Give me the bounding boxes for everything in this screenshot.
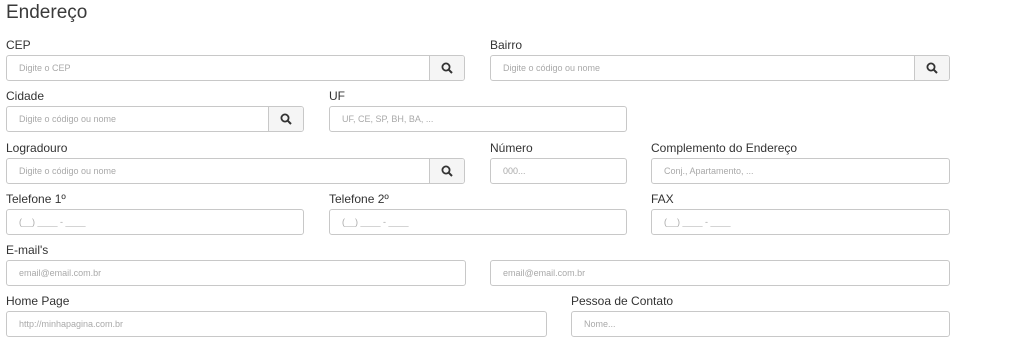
logradouro-label: Logradouro <box>6 141 68 155</box>
logradouro-field <box>6 158 465 184</box>
homepage-input[interactable] <box>7 312 546 336</box>
contato-field <box>571 311 950 337</box>
telefone2-input[interactable] <box>330 210 626 234</box>
cep-label: CEP <box>6 38 31 52</box>
telefone1-field <box>6 209 304 235</box>
section-title: Endereço <box>6 2 88 23</box>
cidade-label: Cidade <box>6 89 45 103</box>
cidade-input[interactable] <box>7 107 268 131</box>
bairro-label: Bairro <box>490 38 523 52</box>
cidade-search-button[interactable] <box>268 107 303 131</box>
complemento-input[interactable] <box>652 159 949 183</box>
fax-field <box>651 209 950 235</box>
complemento-field <box>651 158 950 184</box>
search-icon <box>280 113 292 125</box>
fax-label: FAX <box>651 192 674 206</box>
fax-input[interactable] <box>652 210 949 234</box>
cep-input[interactable] <box>7 56 429 80</box>
telefone2-field <box>329 209 627 235</box>
numero-label: Número <box>490 141 533 155</box>
cidade-field <box>6 106 304 132</box>
telefone2-label: Telefone 2º <box>329 192 389 206</box>
bairro-search-button[interactable] <box>914 56 949 80</box>
telefone1-input[interactable] <box>7 210 303 234</box>
complemento-label: Complemento do Endereço <box>651 141 798 155</box>
cep-search-button[interactable] <box>429 56 464 80</box>
bairro-field <box>490 55 950 81</box>
email2-input[interactable] <box>491 261 949 285</box>
numero-input[interactable] <box>491 159 626 183</box>
uf-label: UF <box>329 89 345 103</box>
search-icon <box>926 62 938 74</box>
emails-label: E-mail's <box>6 243 49 257</box>
contato-label: Pessoa de Contato <box>571 294 674 308</box>
email1-field <box>6 260 466 286</box>
email1-input[interactable] <box>7 261 465 285</box>
search-icon <box>441 165 453 177</box>
homepage-label: Home Page <box>6 294 70 308</box>
uf-input[interactable] <box>330 107 626 131</box>
search-icon <box>441 62 453 74</box>
cep-field <box>6 55 465 81</box>
telefone1-label: Telefone 1º <box>6 192 66 206</box>
homepage-field <box>6 311 547 337</box>
contato-input[interactable] <box>572 312 949 336</box>
uf-field <box>329 106 627 132</box>
logradouro-input[interactable] <box>7 159 429 183</box>
email2-field <box>490 260 950 286</box>
logradouro-search-button[interactable] <box>429 159 464 183</box>
numero-field <box>490 158 627 184</box>
bairro-input[interactable] <box>491 56 914 80</box>
